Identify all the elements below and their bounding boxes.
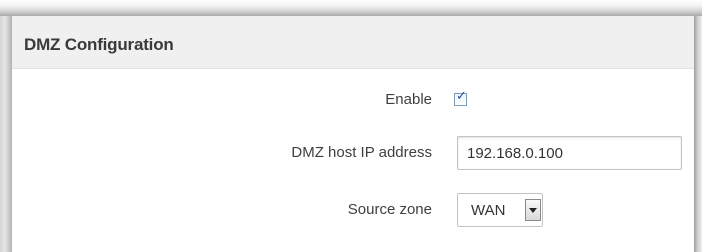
source-zone-select[interactable]: WAN bbox=[457, 193, 543, 227]
frame-left-edge bbox=[0, 16, 12, 252]
panel-header: DMZ Configuration bbox=[12, 16, 694, 69]
dmz-host-ip-input[interactable] bbox=[457, 136, 682, 170]
checkmark-icon: ✓ bbox=[456, 88, 467, 103]
source-zone-dropdown-button[interactable] bbox=[525, 199, 541, 221]
enable-checkbox[interactable]: ✓ bbox=[454, 89, 467, 106]
panel-title: DMZ Configuration bbox=[24, 35, 174, 54]
enable-label: Enable bbox=[385, 91, 432, 108]
frame-right-edge bbox=[694, 16, 702, 252]
source-zone-value: WAN bbox=[471, 202, 506, 219]
source-zone-label: Source zone bbox=[347, 201, 432, 218]
frame-top-edge bbox=[0, 0, 702, 16]
chevron-down-icon bbox=[529, 208, 537, 213]
dmz-host-ip-label: DMZ host IP address bbox=[291, 144, 432, 161]
dmz-configuration-panel: DMZ Configuration Enable ✓ DMZ host IP a… bbox=[12, 16, 694, 252]
window-frame: DMZ Configuration Enable ✓ DMZ host IP a… bbox=[0, 0, 702, 252]
